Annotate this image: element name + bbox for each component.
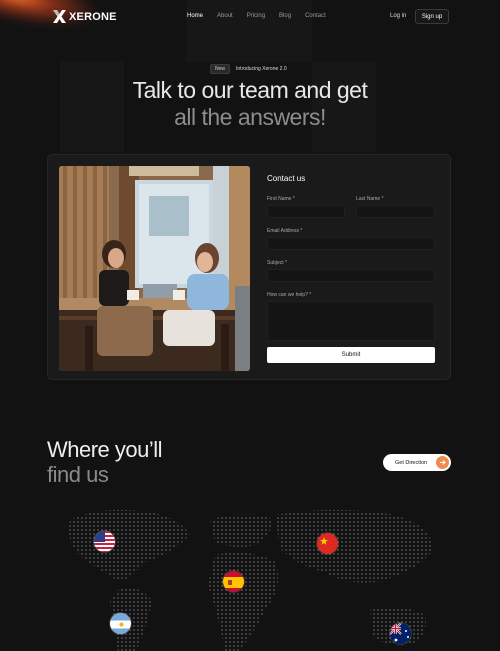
email-label: Email Address * [267, 228, 303, 234]
login-link[interactable]: Log in [390, 13, 406, 19]
spain-flag-icon[interactable] [222, 570, 245, 593]
hero-subtitle: all the answers! [174, 104, 326, 130]
arrow-right-icon [436, 456, 449, 469]
nav-link-pricing[interactable]: Pricing [247, 13, 265, 19]
location-subtitle: find us [47, 462, 109, 487]
submit-button[interactable]: Submit [267, 347, 435, 363]
location-title: Where you’ll [47, 437, 163, 462]
contact-card: Contact us First Name * Last Name * Emai… [47, 154, 451, 380]
office-meeting-image [59, 166, 250, 371]
last-name-field[interactable] [356, 205, 435, 218]
argentina-flag-icon[interactable] [109, 612, 132, 635]
last-name-label: Last Name * [356, 196, 384, 202]
first-name-field[interactable] [267, 205, 345, 218]
get-direction-button[interactable]: Get Direction [383, 454, 451, 471]
message-textarea[interactable] [267, 301, 435, 341]
us-flag-icon[interactable] [93, 530, 116, 553]
nav-link-blog[interactable]: Blog [279, 13, 291, 19]
form-title: Contact us [267, 174, 306, 183]
brand-logo[interactable]: XERONE [53, 10, 117, 23]
top-nav: XERONE Home About Pricing Blog Contact L… [0, 0, 500, 34]
message-label: How can we help? * [267, 292, 312, 298]
announcement-text: Introducing Xerone 2.0 [236, 65, 287, 72]
nav-link-about[interactable]: About [217, 13, 233, 19]
team-photo [59, 166, 250, 371]
nav-links: Home About Pricing Blog Contact [187, 13, 326, 19]
new-badge: New [210, 63, 231, 74]
email-field[interactable] [267, 237, 435, 250]
get-direction-label: Get Direction [395, 459, 428, 466]
subject-label: Subject * [267, 260, 288, 266]
nav-link-contact[interactable]: Contact [305, 13, 326, 19]
china-flag-icon[interactable] [316, 532, 339, 555]
announcement-pill[interactable]: New Introducing Xerone 2.0 [210, 63, 287, 74]
signup-button[interactable]: Sign up [415, 9, 449, 24]
nav-link-home[interactable]: Home [187, 13, 203, 19]
brand-name: XERONE [69, 10, 117, 23]
hero-title: Talk to our team and get [132, 77, 368, 103]
logo-icon [53, 10, 66, 23]
first-name-label: First Name * [267, 196, 295, 202]
subject-field[interactable] [267, 269, 435, 282]
australia-flag-icon[interactable] [389, 622, 412, 645]
